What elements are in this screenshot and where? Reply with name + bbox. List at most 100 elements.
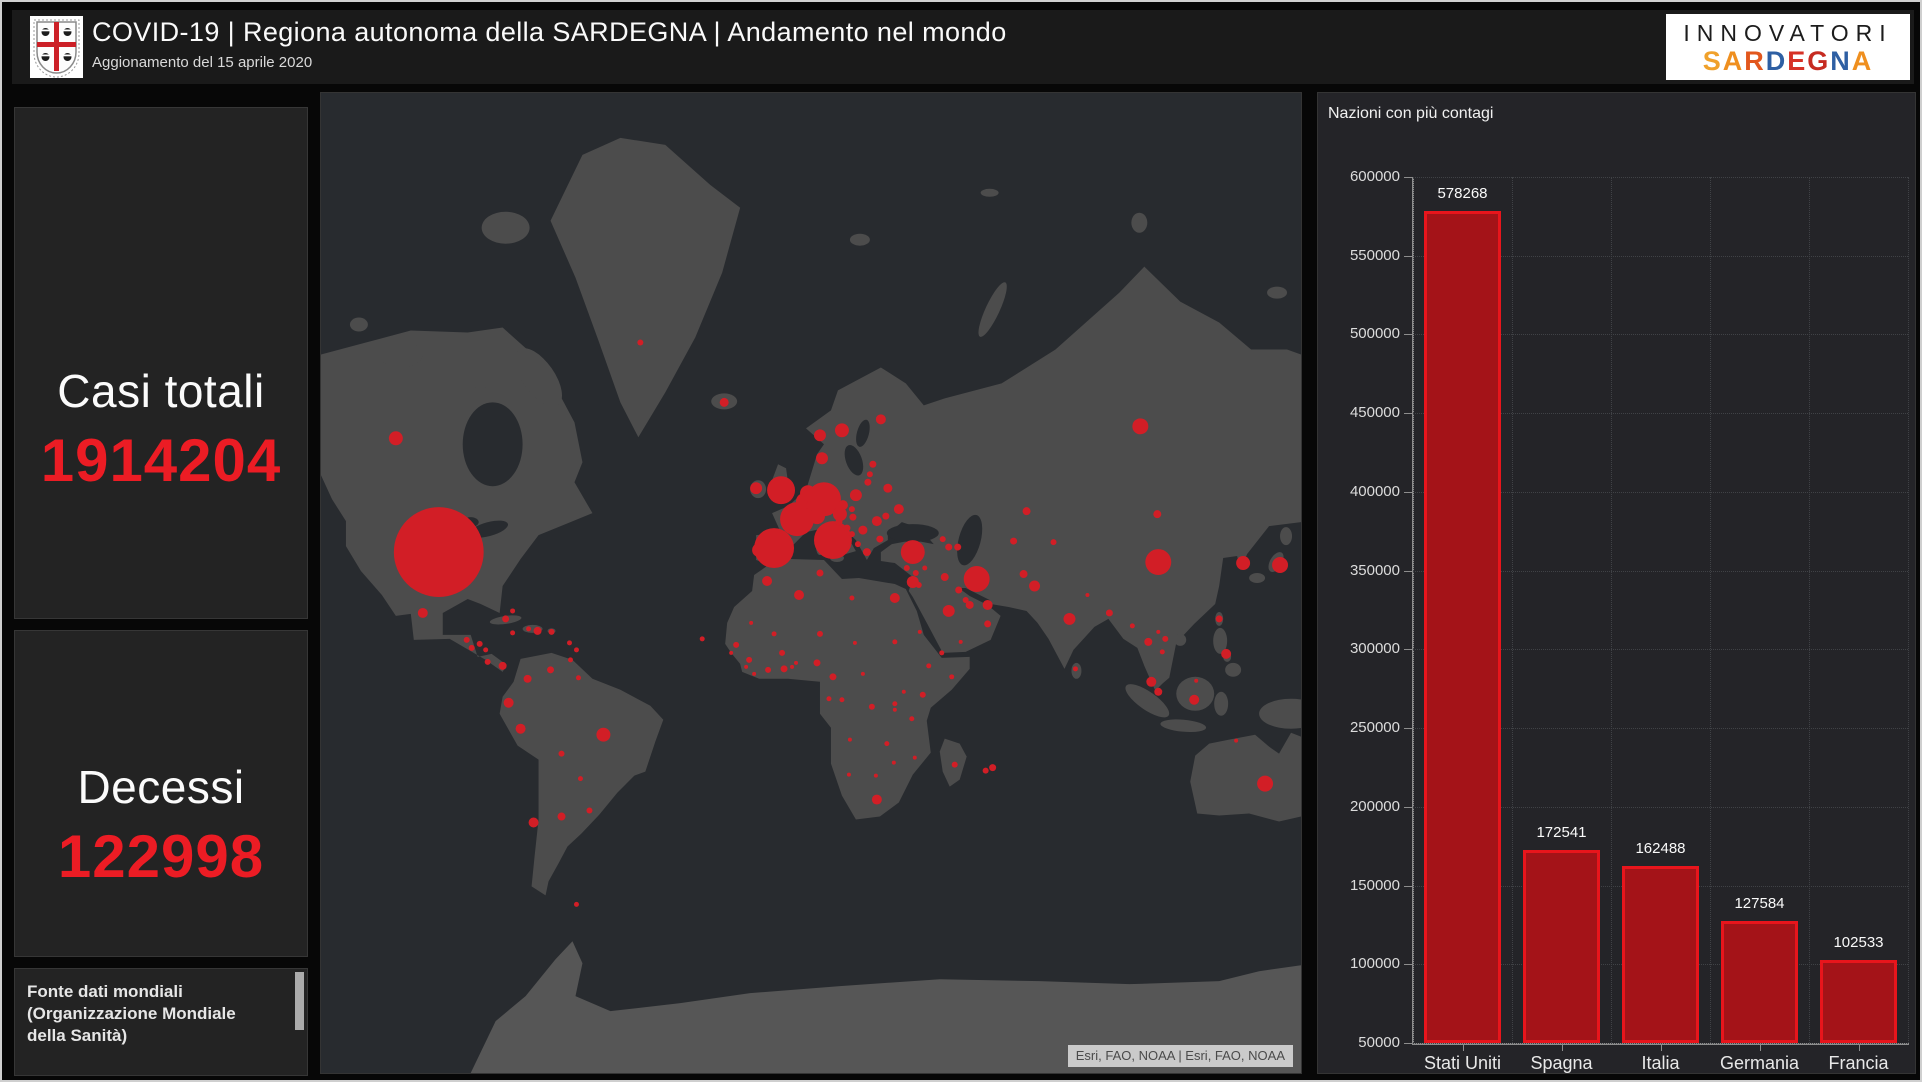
covid-case-dot[interactable] xyxy=(816,452,828,464)
covid-case-dot[interactable] xyxy=(848,738,852,742)
covid-case-dot[interactable] xyxy=(729,651,733,655)
covid-case-dot[interactable] xyxy=(1194,679,1198,683)
covid-case-dot[interactable] xyxy=(913,570,919,576)
covid-case-dot[interactable] xyxy=(1145,549,1171,575)
covid-case-dot[interactable] xyxy=(1132,418,1148,434)
covid-case-dot[interactable] xyxy=(586,808,592,814)
covid-case-dot[interactable] xyxy=(1051,539,1057,545)
covid-case-dot[interactable] xyxy=(526,626,531,631)
covid-case-dot[interactable] xyxy=(746,657,752,663)
covid-case-dot[interactable] xyxy=(955,586,962,593)
covid-case-dot[interactable] xyxy=(847,773,851,777)
covid-case-dot[interactable] xyxy=(941,573,949,581)
covid-case-dot[interactable] xyxy=(916,582,922,588)
covid-case-dot[interactable] xyxy=(578,776,583,781)
covid-case-dot[interactable] xyxy=(750,482,762,494)
chart-bar[interactable] xyxy=(1721,921,1798,1043)
covid-case-dot[interactable] xyxy=(772,631,777,636)
covid-case-dot[interactable] xyxy=(826,696,831,701)
covid-case-dot[interactable] xyxy=(849,595,854,600)
covid-case-dot[interactable] xyxy=(779,650,785,656)
chart-bar[interactable] xyxy=(1622,866,1699,1043)
covid-case-dot[interactable] xyxy=(835,519,842,526)
covid-case-dot[interactable] xyxy=(547,666,554,673)
covid-case-dot[interactable] xyxy=(1153,510,1161,518)
covid-case-dot[interactable] xyxy=(983,600,993,610)
covid-case-dot[interactable] xyxy=(1156,630,1160,634)
covid-case-dot[interactable] xyxy=(849,506,855,512)
covid-case-dot[interactable] xyxy=(1234,739,1238,743)
covid-case-dot[interactable] xyxy=(876,414,886,424)
covid-case-dot[interactable] xyxy=(559,751,565,757)
covid-case-dot[interactable] xyxy=(483,647,488,652)
covid-case-dot[interactable] xyxy=(558,813,566,821)
covid-case-dot[interactable] xyxy=(855,541,861,547)
covid-case-dot[interactable] xyxy=(890,593,900,603)
covid-case-dot[interactable] xyxy=(794,661,798,665)
covid-case-dot[interactable] xyxy=(816,570,823,577)
covid-case-dot[interactable] xyxy=(939,650,944,655)
covid-case-dot[interactable] xyxy=(909,716,914,721)
chart-bar[interactable] xyxy=(1820,960,1897,1043)
covid-case-dot[interactable] xyxy=(469,645,475,651)
covid-case-dot[interactable] xyxy=(883,484,892,493)
covid-case-dot[interactable] xyxy=(892,761,896,765)
covid-case-dot[interactable] xyxy=(1020,570,1028,578)
covid-case-dot[interactable] xyxy=(1085,593,1089,597)
covid-case-dot[interactable] xyxy=(884,741,889,746)
covid-case-dot[interactable] xyxy=(874,774,878,778)
covid-case-dot[interactable] xyxy=(1216,615,1223,622)
covid-case-dot[interactable] xyxy=(959,640,963,644)
covid-case-dot[interactable] xyxy=(1221,649,1231,659)
covid-case-dot[interactable] xyxy=(849,514,856,521)
covid-case-dot[interactable] xyxy=(574,902,579,907)
covid-case-dot[interactable] xyxy=(920,692,926,698)
covid-case-dot[interactable] xyxy=(904,565,910,571)
source-panel-scrollbar[interactable] xyxy=(295,972,304,1030)
covid-case-dot[interactable] xyxy=(781,665,788,672)
covid-case-dot[interactable] xyxy=(596,728,610,742)
covid-case-dot[interactable] xyxy=(850,489,862,501)
covid-case-dot[interactable] xyxy=(549,629,555,635)
covid-case-dot[interactable] xyxy=(983,768,989,774)
covid-case-dot[interactable] xyxy=(529,818,539,828)
covid-case-dot[interactable] xyxy=(524,675,532,683)
covid-case-dot[interactable] xyxy=(892,639,897,644)
covid-case-dot[interactable] xyxy=(954,544,961,551)
covid-case-dot[interactable] xyxy=(835,423,849,437)
covid-case-dot[interactable] xyxy=(926,663,931,668)
covid-case-dot[interactable] xyxy=(790,665,794,669)
covid-case-dot[interactable] xyxy=(913,756,917,760)
covid-case-dot[interactable] xyxy=(744,665,748,669)
covid-case-dot[interactable] xyxy=(700,636,705,641)
covid-case-dot[interactable] xyxy=(893,708,897,712)
covid-case-dot[interactable] xyxy=(762,576,772,586)
covid-case-dot[interactable] xyxy=(849,531,855,537)
covid-case-dot[interactable] xyxy=(861,672,865,676)
covid-case-dot[interactable] xyxy=(754,528,794,568)
covid-case-dot[interactable] xyxy=(485,659,491,665)
covid-case-dot[interactable] xyxy=(794,590,804,600)
covid-case-dot[interactable] xyxy=(568,657,573,662)
covid-case-dot[interactable] xyxy=(510,630,515,635)
covid-case-dot[interactable] xyxy=(894,504,904,514)
covid-case-dot[interactable] xyxy=(853,641,857,645)
covid-case-dot[interactable] xyxy=(829,673,836,680)
covid-case-dot[interactable] xyxy=(989,764,996,771)
covid-case-dot[interactable] xyxy=(720,398,729,407)
covid-case-dot[interactable] xyxy=(1154,688,1162,696)
covid-case-dot[interactable] xyxy=(1063,613,1075,625)
covid-case-dot[interactable] xyxy=(534,627,542,635)
covid-case-dot[interactable] xyxy=(943,605,955,617)
covid-case-dot[interactable] xyxy=(752,672,756,676)
covid-case-dot[interactable] xyxy=(504,698,514,708)
covid-case-dot[interactable] xyxy=(843,525,850,532)
covid-case-dot[interactable] xyxy=(1146,677,1156,687)
covid-case-dot[interactable] xyxy=(876,536,883,543)
covid-case-dot[interactable] xyxy=(510,608,515,613)
covid-case-dot[interactable] xyxy=(863,548,871,556)
covid-case-dot[interactable] xyxy=(892,701,897,706)
covid-case-dot[interactable] xyxy=(1106,609,1113,616)
covid-case-dot[interactable] xyxy=(952,762,958,768)
covid-case-dot[interactable] xyxy=(1189,695,1199,705)
